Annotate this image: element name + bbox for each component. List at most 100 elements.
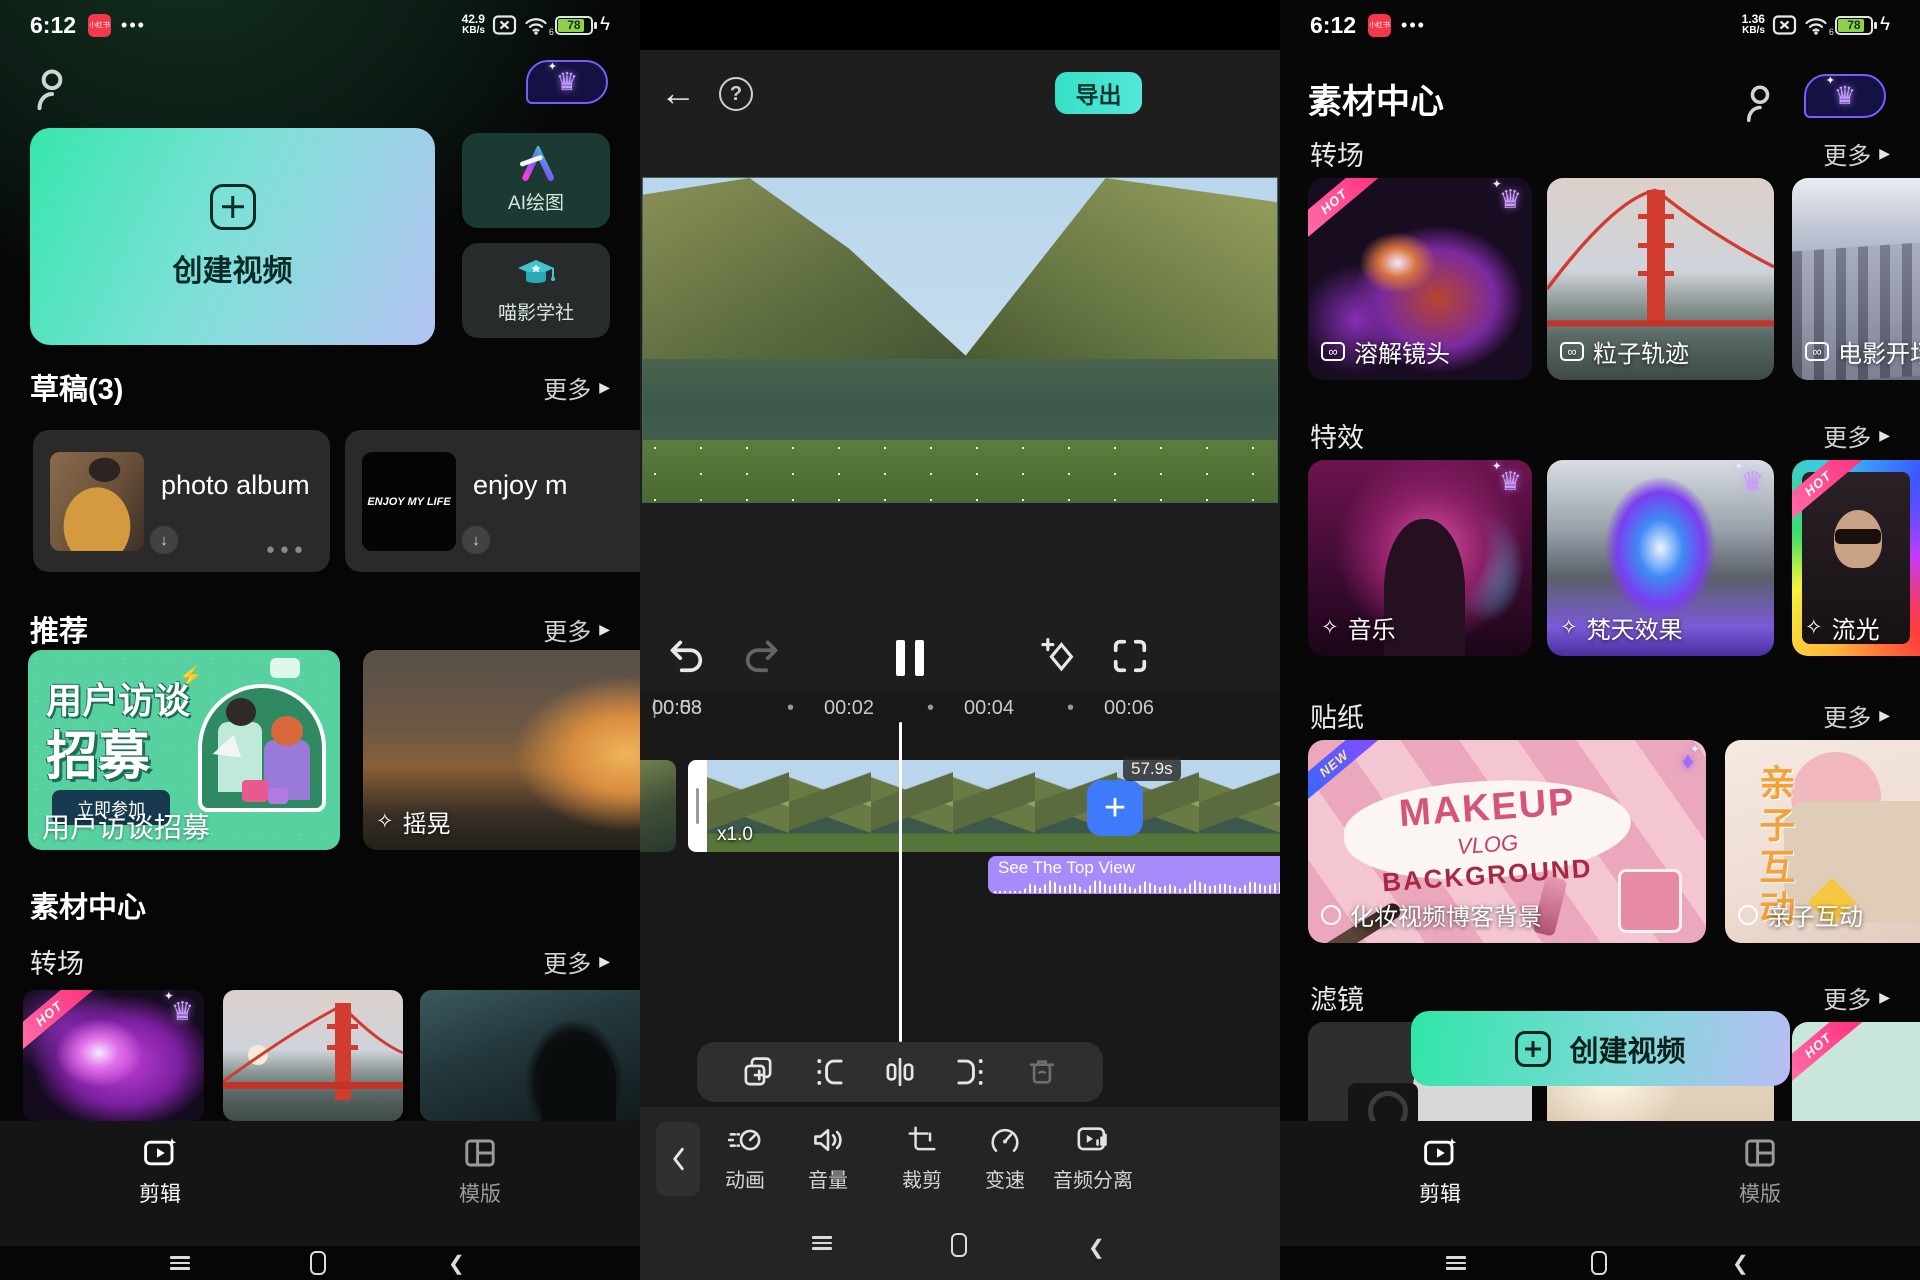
profile-icon[interactable] [1742, 82, 1778, 124]
keyframe-icon[interactable] [1040, 636, 1080, 676]
crown-icon: ♛✦ [1741, 466, 1764, 497]
chevron-right-icon: ▶ [1879, 145, 1890, 162]
effects-more-button[interactable]: 更多▶ [1823, 418, 1890, 453]
download-icon[interactable]: ↓ [462, 526, 490, 554]
membership-crown-badge[interactable]: ♛✦ [526, 60, 608, 104]
recents-icon[interactable] [1446, 1253, 1466, 1273]
pause-button[interactable] [892, 640, 928, 676]
draft-card[interactable]: photo album ↓ ●●● [33, 430, 330, 572]
filters-more-button[interactable]: 更多▶ [1823, 980, 1890, 1015]
home-icon[interactable] [951, 1233, 967, 1257]
recommend-more-button[interactable]: 更多▶ [543, 612, 610, 647]
battery-icon: 78 [555, 16, 593, 35]
audio-clip[interactable]: See The Top View [988, 856, 1280, 894]
notification-app-icon: 小红书 [1368, 14, 1391, 37]
tool-audio-split[interactable]: 音频分离 [1038, 1125, 1148, 1193]
recents-icon[interactable] [812, 1233, 832, 1253]
video-preview [643, 178, 1277, 502]
shake-effect-card[interactable]: ✧摇晃 [363, 650, 640, 850]
transitions-title: 转场 [30, 942, 84, 981]
back-icon[interactable]: ❮ [1088, 1235, 1105, 1260]
nav-templates-tab[interactable]: 模版 [410, 1135, 550, 1208]
split-icon[interactable] [883, 1055, 917, 1089]
trim-handle[interactable] [688, 760, 707, 852]
notification-app-icon: 小红书 [88, 14, 111, 37]
create-video-button[interactable]: 创建视频 [30, 128, 435, 345]
perfume-decoration [1618, 869, 1682, 933]
crop-icon [907, 1125, 937, 1155]
clock: 6:12 [1310, 12, 1356, 39]
delete-icon[interactable] [1025, 1055, 1059, 1089]
duplicate-icon[interactable] [741, 1055, 775, 1089]
trim-end-icon[interactable] [954, 1055, 988, 1089]
transition-icon: ∞ [1805, 342, 1829, 361]
clock: 6:12 [30, 12, 76, 39]
transition-icon: ∞ [1321, 342, 1345, 361]
profile-icon[interactable] [32, 66, 72, 112]
crown-icon: ♛✦ [1499, 184, 1522, 215]
drafts-more-button[interactable]: 更多▶ [543, 370, 610, 405]
nav-edit-tab[interactable]: 剪辑 [1370, 1135, 1510, 1208]
volume-icon [812, 1125, 844, 1155]
download-icon[interactable]: ↓ [150, 526, 178, 554]
ai-drawing-button[interactable]: AI绘图 [462, 133, 610, 228]
recents-icon[interactable] [170, 1253, 190, 1273]
animation-icon [728, 1125, 762, 1155]
transition-card[interactable]: ∞电影开场 [1792, 178, 1920, 380]
android-nav: ❮ [0, 1246, 640, 1280]
sticker-card[interactable]: MAKEUP VLOG BACKGROUND NEW ♦✦ 化妆视频博客背景 [1308, 740, 1706, 943]
undo-icon[interactable] [666, 636, 706, 676]
help-icon[interactable]: ? [719, 77, 753, 111]
transition-icon: ∞ [1560, 342, 1584, 361]
android-nav: ❮ [640, 1215, 1280, 1280]
stickers-title: 贴纸 [1310, 696, 1364, 735]
page-title: 素材中心 [1308, 74, 1444, 123]
back-icon[interactable]: ❮ [448, 1251, 465, 1276]
clip-toolbar [697, 1042, 1103, 1102]
effect-card[interactable]: HOT ✧流光 [1792, 460, 1920, 656]
back-icon[interactable]: ❮ [1732, 1251, 1749, 1276]
academy-button[interactable]: 喵影学社 [462, 243, 610, 338]
draft-title: enjoy m [473, 470, 568, 501]
effect-card[interactable]: ♛✦ ✧梵天效果 [1547, 460, 1774, 656]
fullscreen-icon[interactable] [1110, 636, 1150, 676]
transitions-more-button[interactable]: 更多▶ [543, 944, 610, 979]
home-screen: 6:12 小红书 ••• 42.9KB/s 6 78 ϟ ♛✦ 创建视频 AI绘… [0, 0, 640, 1280]
material-center-screen: 6:12 小红书 ••• 1.36KB/s 6 78 ϟ 素材中心 ♛✦ 转场 … [1280, 0, 1920, 1280]
sticker-card[interactable]: 亲子互动 亲子互动 [1725, 740, 1920, 943]
create-video-floating-button[interactable]: 创建视频 [1411, 1011, 1790, 1086]
transition-card[interactable]: ∞粒子轨迹 [1547, 178, 1774, 380]
home-icon[interactable] [1591, 1251, 1607, 1275]
playhead[interactable] [899, 722, 902, 1042]
membership-crown-badge[interactable]: ♛✦ [1804, 74, 1886, 118]
nav-edit-tab[interactable]: 剪辑 [90, 1135, 230, 1208]
transition-card[interactable]: HOT ♛✦ ∞溶解镜头 [1308, 178, 1532, 380]
status-bar: 6:12 小红书 ••• 1.36KB/s 6 78 ϟ [1310, 10, 1890, 40]
chevron-right-icon: ▶ [1879, 427, 1890, 444]
transition-card[interactable] [420, 990, 640, 1121]
video-clip[interactable] [707, 760, 1280, 852]
draft-menu-icon[interactable]: ●●● [266, 541, 308, 558]
redo-icon[interactable] [742, 636, 782, 676]
banner-illustration [198, 684, 326, 812]
home-icon[interactable] [310, 1251, 326, 1275]
user-interview-banner[interactable]: ⚡ 用户访谈 招募 立即参加 用户访谈招募 [28, 650, 340, 850]
transitions-more-button[interactable]: 更多▶ [1823, 136, 1890, 171]
trim-start-icon[interactable] [812, 1055, 846, 1089]
edit-icon [142, 1135, 178, 1171]
add-clip-button[interactable]: + [1087, 780, 1143, 836]
export-button[interactable]: 导出 [1055, 72, 1142, 114]
plus-icon [210, 184, 256, 230]
back-arrow-icon[interactable]: ← [660, 72, 696, 114]
draft-card[interactable]: ENJOY MY LIFE enjoy m ↓ [345, 430, 640, 572]
hot-badge: HOT [1792, 1022, 1865, 1087]
android-nav: ❮ [1280, 1246, 1920, 1280]
previous-clip[interactable] [640, 760, 676, 852]
sparkle-icon: ✧ [1321, 615, 1339, 640]
stickers-more-button[interactable]: 更多▶ [1823, 698, 1890, 733]
nav-templates-tab[interactable]: 模版 [1690, 1135, 1830, 1208]
transition-card[interactable]: HOT ♛✦ [23, 990, 204, 1121]
transition-card[interactable] [223, 990, 403, 1121]
effect-card[interactable]: ♛✦ ✧音乐 [1308, 460, 1532, 656]
crown-icon: ♛✦ [1499, 466, 1522, 497]
